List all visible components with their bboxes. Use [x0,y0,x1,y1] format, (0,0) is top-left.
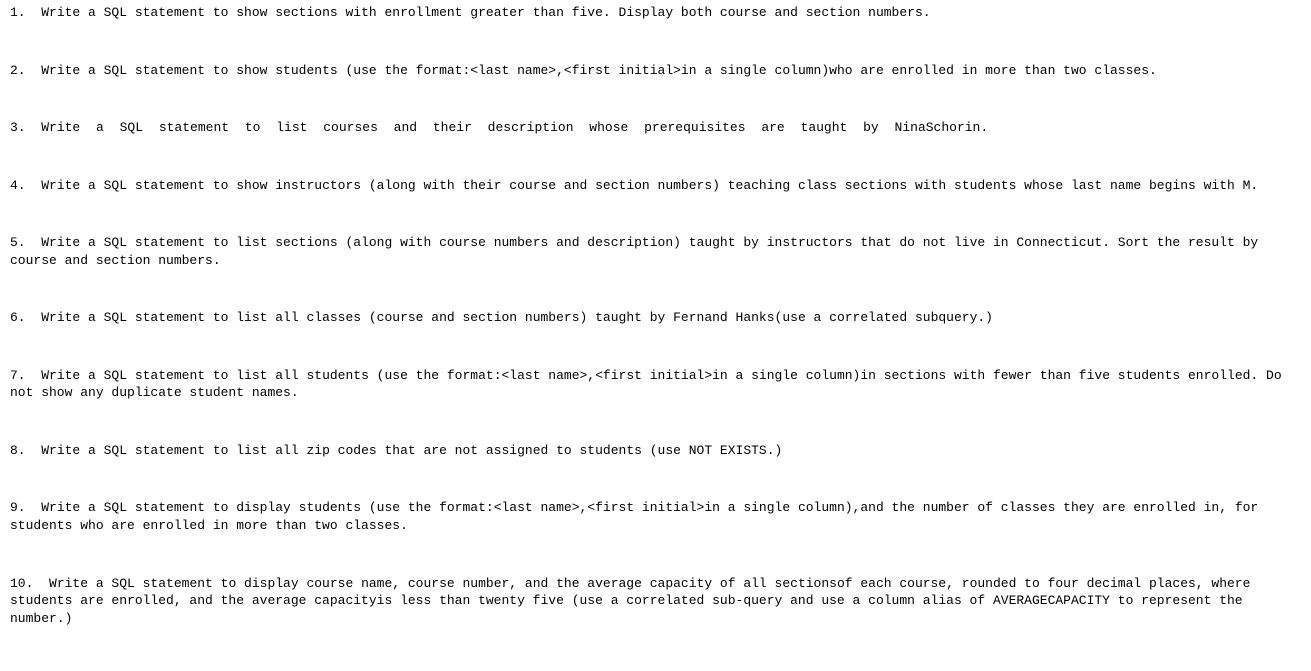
question-5: 5. Write a SQL statement to list section… [10,234,1301,269]
question-text: Write a SQL statement to show instructor… [41,178,1258,193]
question-7: 7. Write a SQL statement to list all stu… [10,367,1301,402]
question-9: 9. Write a SQL statement to display stud… [10,499,1301,534]
question-text: Write a SQL statement to show students (… [41,63,1157,78]
question-8: 8. Write a SQL statement to list all zip… [10,442,1301,460]
question-text: Write a SQL statement to list all classe… [41,310,993,325]
question-3: 3. Write a SQL statement to list courses… [10,119,1301,137]
question-number: 2. [10,63,26,78]
question-number: 4. [10,178,26,193]
question-text: Write a SQL statement to display student… [10,500,1258,533]
question-text: Write a SQL statement to list all studen… [10,368,1282,401]
question-number: 8. [10,443,26,458]
question-text: Write a SQL statement to list courses an… [41,120,988,135]
question-text: Write a SQL statement to list sections (… [10,235,1258,268]
question-4: 4. Write a SQL statement to show instruc… [10,177,1301,195]
question-number: 3. [10,120,26,135]
question-10: 10. Write a SQL statement to display cou… [10,575,1301,628]
question-number: 5. [10,235,26,250]
question-number: 9. [10,500,26,515]
question-number: 1. [10,5,26,20]
question-6: 6. Write a SQL statement to list all cla… [10,309,1301,327]
question-text: Write a SQL statement to display course … [10,576,1250,626]
question-text: Write a SQL statement to show sections w… [41,5,930,20]
question-2: 2. Write a SQL statement to show student… [10,62,1301,80]
question-1: 1. Write a SQL statement to show section… [10,4,1301,22]
question-number: 10. [10,576,33,591]
question-number: 6. [10,310,26,325]
question-number: 7. [10,368,26,383]
question-text: Write a SQL statement to list all zip co… [41,443,782,458]
